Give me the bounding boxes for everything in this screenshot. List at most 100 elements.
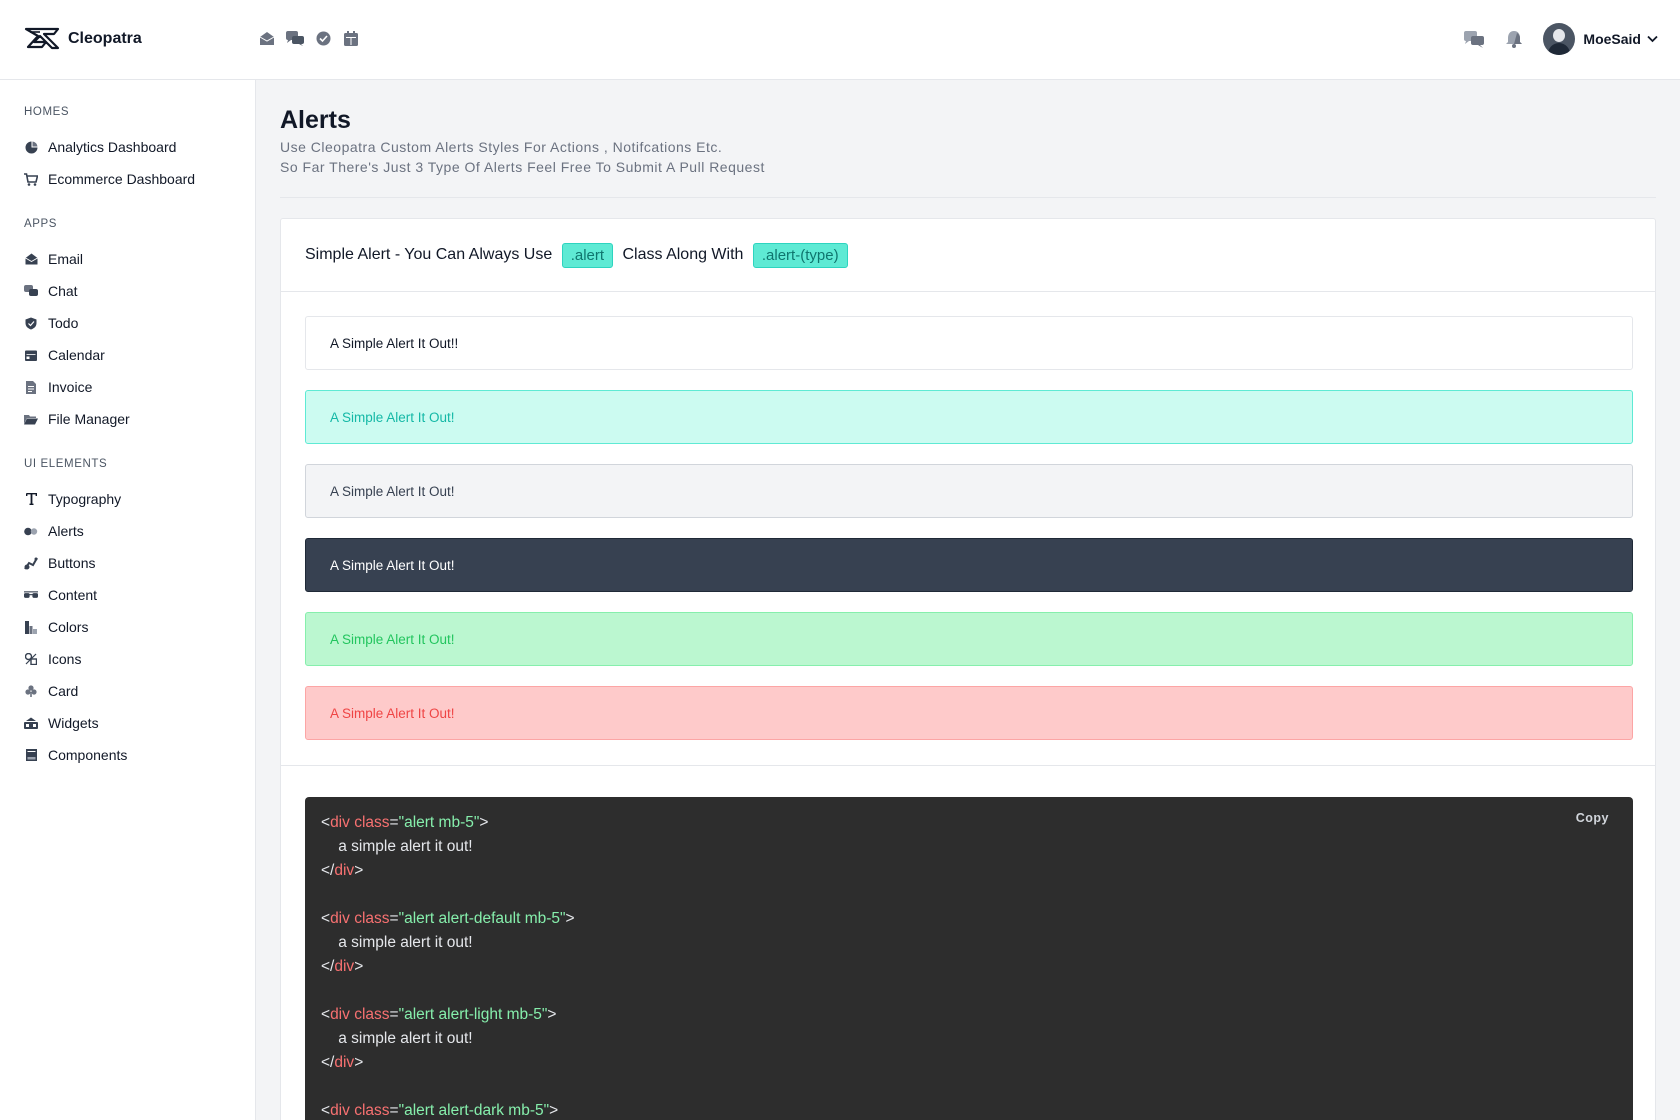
header-right-tools: MoeSaid [1463,23,1658,55]
code-token: a simple alert it out! [321,934,473,951]
code-chip: .alert [561,242,614,268]
sidebar-section-title: UI Elements [24,458,108,470]
code-token: a simple alert it out! [321,1030,473,1047]
shield-check-icon [24,316,38,330]
code-token: "alert alert-light mb-5" [398,1006,548,1023]
code-token: < [321,1102,331,1119]
sidebar-item-label: File Manager [48,411,130,427]
check-circle-icon[interactable] [314,29,332,47]
bell-icon[interactable] [1503,28,1525,50]
icons-icon [24,652,38,666]
page-title: Alerts [280,106,351,134]
sidebar-item-label: Content [48,587,98,603]
sidebar-item-ecommerce-dashboard[interactable]: Ecommerce Dashboard [24,168,195,190]
sidebar-item-label: Chat [48,283,78,299]
code-token: div [334,1054,355,1071]
sidebar-item-alerts[interactable]: Alerts [24,520,84,542]
sidebar-item-chat[interactable]: Chat [24,280,78,302]
title-divider [280,197,1656,198]
avatar-head [1553,29,1566,42]
club-icon [24,684,38,698]
calendar-icon[interactable] [342,29,360,47]
sidebar-item-card[interactable]: Card [24,680,78,702]
code-line: <div class="alert mb-5"> [321,811,488,835]
sidebar-item-label: Colors [48,619,89,635]
sidebar-item-label: Calendar [48,347,105,363]
sidebar-item-label: Todo [48,315,79,331]
widgets-icon [24,716,38,730]
code-token: = [389,910,399,927]
code-token: </ [321,862,335,879]
shopping-cart-icon [24,172,38,186]
sidebar-item-calendar[interactable]: Calendar [24,344,105,366]
comments-icon [24,284,38,298]
code-line: </div> [321,955,363,979]
text-icon [24,492,38,506]
code-token: > [354,958,364,975]
file-invoice-icon [24,380,38,394]
sidebar-item-content[interactable]: Content [24,584,97,606]
sidebar-section-title: Homes [24,106,70,118]
alert-plain: A Simple Alert It Out!! [305,316,1633,370]
sidebar-item-components[interactable]: Components [24,744,127,766]
cleopatra-logo-icon [24,27,60,50]
sidebar-item-icons[interactable]: Icons [24,648,81,670]
code-line: a simple alert it out! [321,1027,473,1051]
envelope-open-icon[interactable] [258,29,276,47]
sidebar-item-analytics-dashboard[interactable]: Analytics Dashboard [24,136,176,158]
avatar[interactable] [1543,23,1576,55]
code-token: div [330,1102,350,1119]
code-token: </ [321,958,335,975]
code-token: div [334,862,355,879]
code-token: = [389,1102,399,1119]
code-token: div [330,814,350,831]
code-token: > [354,862,364,879]
sidebar-item-buttons[interactable]: Buttons [24,552,95,574]
code-token: > [354,1054,364,1071]
sidebar-item-label: Components [48,747,128,763]
user-name[interactable]: MoeSaid [1583,31,1641,47]
sidebar-item-typography[interactable]: Typography [24,488,121,510]
page-subtitle: Use Cleopatra Custom Alerts Styles For A… [280,139,723,155]
code-line: <div class="alert alert-default mb-5"> [321,907,575,931]
code-line: <div class="alert alert-light mb-5"> [321,1003,556,1027]
code-token: > [565,910,575,927]
chart-pie-icon [24,140,38,154]
code-token: > [547,1006,557,1023]
sidebar-section-title: Apps [24,218,58,230]
copy-button[interactable]: Copy [1576,811,1609,825]
code-token: class [349,910,390,927]
sidebar-item-label: Buttons [48,555,96,571]
sidebar-item-label: Typography [48,491,122,507]
code-token: div [330,1006,350,1023]
alert-default: A Simple Alert It Out! [305,390,1633,444]
code-token: class [349,814,390,831]
sidebar-item-widgets[interactable]: Widgets [24,712,99,734]
code-chip: .alert-(type) [752,242,848,268]
components-icon [24,748,38,762]
sidebar-item-label: Icons [48,651,82,667]
sidebar-item-todo[interactable]: Todo [24,312,78,334]
alert-light: A Simple Alert It Out! [305,464,1633,518]
chevron-down-icon[interactable] [1647,30,1658,48]
comments-icon[interactable] [286,29,304,47]
alert-dark: A Simple Alert It Out! [305,538,1633,592]
code-block: Copy <div class="alert mb-5"> a simple a… [305,797,1633,1120]
code-token: > [549,1102,559,1119]
sidebar-item-colors[interactable]: Colors [24,616,88,638]
sidebar-item-label: Email [48,251,84,267]
code-line: a simple alert it out! [321,835,473,859]
code-token: a simple alert it out! [321,838,473,855]
brand[interactable]: Cleopatra [24,26,142,52]
card-header-text: Class Along With [618,246,748,263]
comments-icon[interactable] [1463,28,1485,50]
card-header-text: Simple Alert - You Can Always Use [305,246,557,263]
page-subtitle: So Far There's Just 3 Type Of Alerts Fee… [280,159,765,175]
sidebar-item-email[interactable]: Email [24,248,83,270]
code-token: class [349,1102,390,1119]
sidebar-item-label: Analytics Dashboard [48,139,177,155]
card-header: Simple Alert - You Can Always Use .alert… [281,219,1655,292]
glasses-icon [24,588,38,602]
sidebar-item-file-manager[interactable]: File Manager [24,408,130,430]
sidebar-item-invoice[interactable]: Invoice [24,376,92,398]
